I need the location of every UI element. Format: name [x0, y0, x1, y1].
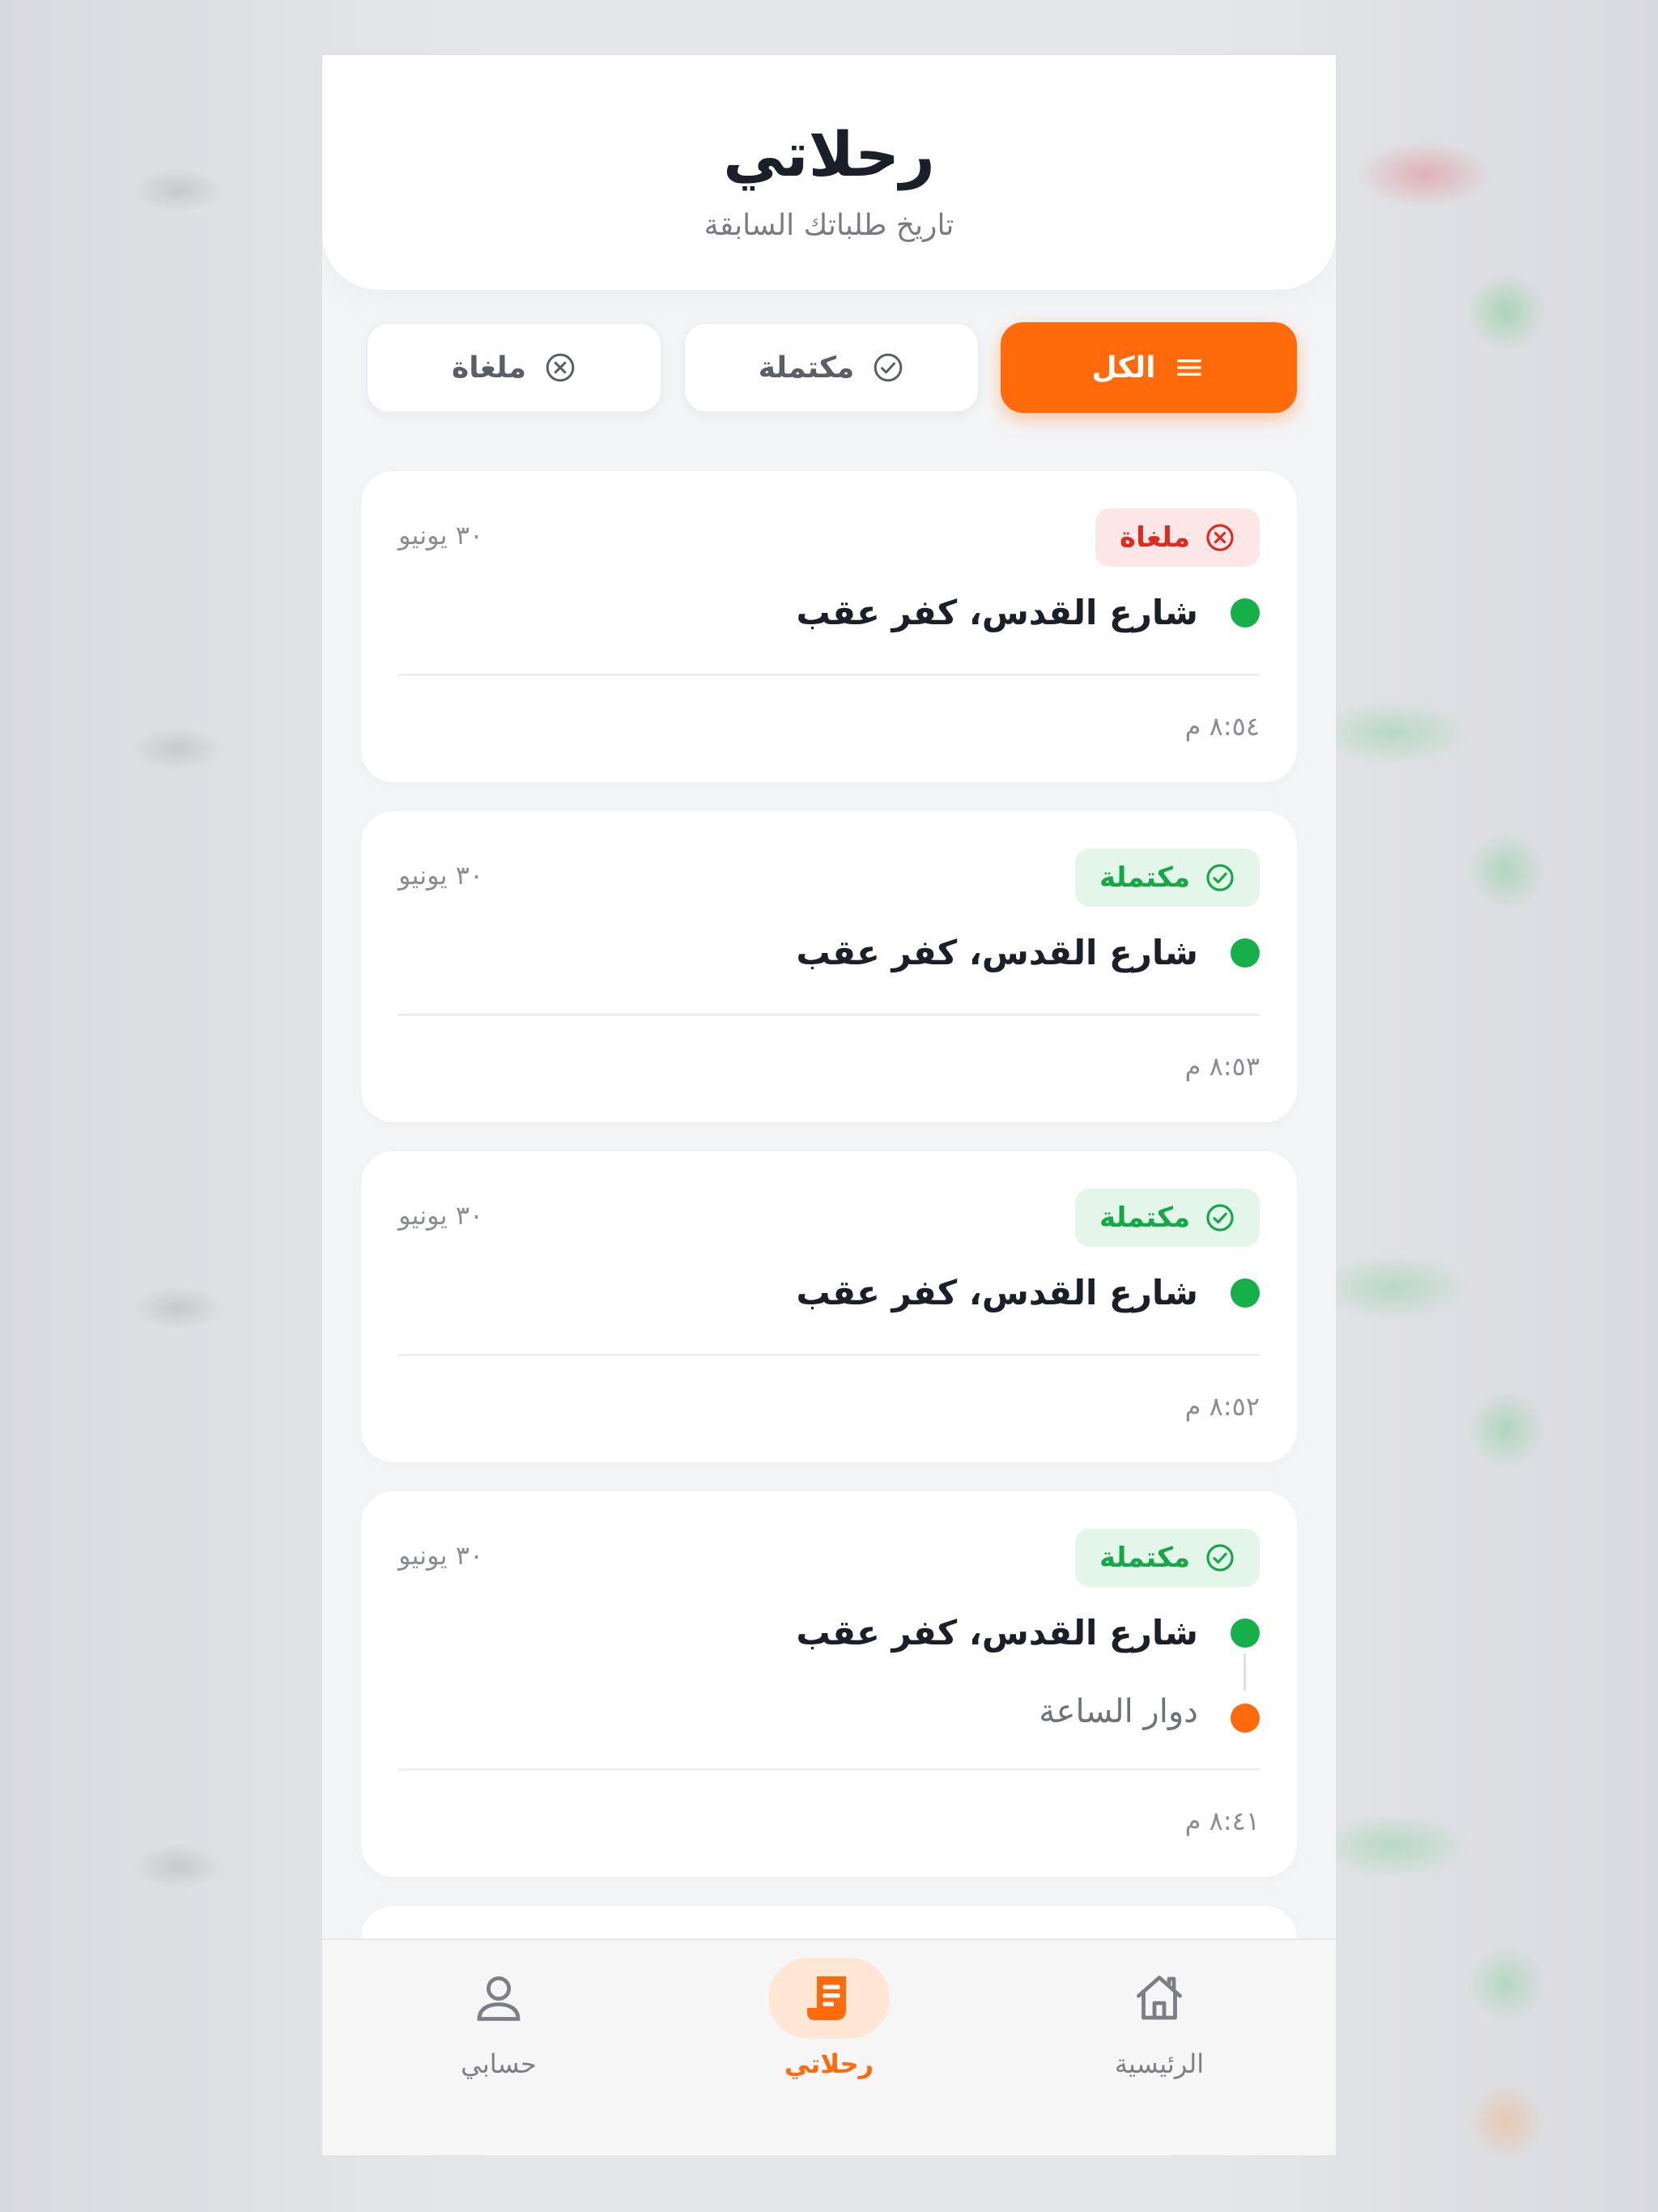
pickup-dot [1231, 598, 1260, 627]
route-connector [1244, 1653, 1246, 1691]
filter-cancelled-button[interactable]: ملغاة [366, 322, 662, 413]
divider [398, 1014, 1260, 1016]
filter-all-button[interactable]: الكل [1001, 322, 1297, 413]
nav-trips-label: رحلاتي [784, 2048, 874, 2079]
check-circle-icon [1206, 1544, 1234, 1572]
trip-card[interactable]: مكتملة ٣٠ يونيو شارع القدس، كفر عقب دوار… [361, 1491, 1297, 1877]
trip-date: ٣٠ يونيو [398, 1540, 484, 1571]
x-circle-icon [1206, 524, 1234, 551]
nav-trips-icon-wrap [768, 1958, 890, 2039]
filter-all-label: الكل [1091, 351, 1156, 385]
pickup-dot [1231, 1618, 1260, 1648]
filter-completed-button[interactable]: مكتملة [683, 322, 980, 413]
filter-tabs: الكل مكتملة ملغاة [361, 322, 1297, 413]
nav-account-icon-wrap [438, 1958, 559, 2039]
nav-account-label: حسابي [461, 2048, 537, 2079]
filter-completed-label: مكتملة [758, 351, 855, 385]
status-label: ملغاة [1120, 521, 1190, 554]
page-title: رحلاتي [723, 118, 935, 190]
trip-time: ٨:٥٢ م [1184, 1391, 1260, 1422]
dropoff-address: دوار الساعة [1039, 1693, 1198, 1730]
pickup-dot [1231, 938, 1260, 968]
app-screen: رحلاتي تاريخ طلباتك السابقة الكل مكتملة … [322, 55, 1336, 2155]
nav-home[interactable]: الرئيسية [1078, 1958, 1240, 2079]
menu-icon [1177, 359, 1202, 376]
pickup-dot [1231, 1278, 1260, 1308]
nav-home-icon-wrap [1099, 1958, 1220, 2039]
status-badge: مكتملة [1075, 1189, 1260, 1247]
status-label: مكتملة [1099, 861, 1190, 894]
trip-date: ٣٠ يونيو [398, 860, 484, 891]
filter-cancelled-label: ملغاة [451, 351, 527, 385]
receipt-icon [807, 1976, 846, 2020]
trip-date: ٣٠ يونيو [398, 1200, 484, 1231]
check-circle-icon [874, 353, 903, 382]
pickup-stop: شارع القدس، كفر عقب [796, 933, 1260, 972]
trip-card[interactable]: ملغاة ٣٠ يونيو شارع القدس، كفر عقب ٨:٥٤ … [361, 471, 1297, 782]
divider [398, 674, 1260, 676]
nav-trips[interactable]: رحلاتي [748, 1958, 910, 2079]
divider [398, 1354, 1260, 1356]
x-circle-icon [546, 353, 575, 382]
nav-home-label: الرئيسية [1114, 2048, 1205, 2079]
pickup-stop: شارع القدس، كفر عقب [796, 1273, 1260, 1312]
trip-card[interactable]: مكتملة ٣٠ يونيو شارع القدس، كفر عقب ٨:٥٣… [361, 811, 1297, 1122]
pickup-stop: شارع القدس، كفر عقب [796, 593, 1260, 632]
status-badge: مكتملة [1075, 1529, 1260, 1587]
status-label: مكتملة [1099, 1202, 1190, 1234]
check-circle-icon [1206, 1204, 1234, 1231]
dropoff-stop: دوار الساعة [1039, 1691, 1260, 1733]
trip-time: ٨:٤١ م [1184, 1806, 1260, 1836]
status-badge: مكتملة [1075, 849, 1260, 907]
home-icon [1137, 1976, 1182, 2020]
user-icon [477, 1976, 521, 2021]
dropoff-dot [1231, 1704, 1260, 1733]
trip-time: ٨:٥٣ م [1184, 1051, 1260, 1082]
status-label: مكتملة [1099, 1542, 1190, 1574]
status-badge: ملغاة [1095, 508, 1260, 567]
pickup-address: شارع القدس، كفر عقب [796, 593, 1198, 632]
trip-card[interactable]: مكتملة ٣٠ يونيو شارع القدس، كفر عقب ٨:٥٢… [361, 1151, 1297, 1462]
divider [398, 1768, 1260, 1771]
page-header: رحلاتي تاريخ طلباتك السابقة [322, 55, 1336, 290]
bottom-navigation: الرئيسية رحلاتي حسابي [322, 1938, 1336, 2155]
pickup-stop: شارع القدس، كفر عقب [796, 1613, 1260, 1653]
trip-time: ٨:٥٤ م [1184, 711, 1260, 742]
check-circle-icon [1206, 864, 1234, 891]
page-subtitle: تاريخ طلباتك السابقة [704, 209, 954, 242]
nav-account[interactable]: حسابي [418, 1958, 580, 2079]
pickup-address: شارع القدس، كفر عقب [796, 1613, 1198, 1653]
pickup-address: شارع القدس، كفر عقب [796, 933, 1198, 972]
pickup-address: شارع القدس، كفر عقب [796, 1273, 1198, 1312]
trip-date: ٣٠ يونيو [398, 520, 484, 551]
